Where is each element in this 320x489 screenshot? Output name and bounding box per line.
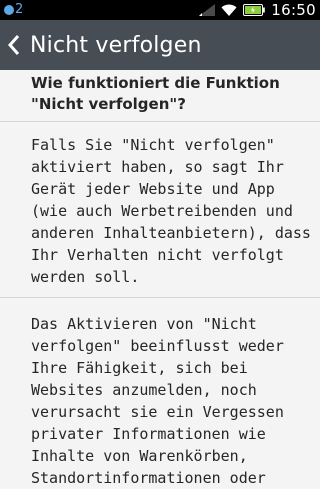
paragraph-1: Falls Sie "Nicht verfolgen" aktiviert ha… — [0, 122, 320, 298]
notification-icon — [4, 5, 14, 15]
chevron-left-icon — [7, 35, 20, 55]
notification-area[interactable]: 2 — [4, 2, 23, 18]
battery-icon — [243, 4, 266, 16]
back-button[interactable] — [0, 20, 28, 70]
paragraph-2: Das Aktivieren von "Nicht verfolgen" bee… — [31, 315, 284, 487]
main-content[interactable]: Wie funktioniert die Funktion "Nicht ver… — [0, 70, 320, 489]
wifi-icon — [221, 4, 237, 16]
status-bar: 2 16:50 — [0, 0, 320, 20]
signal-icon — [199, 4, 216, 16]
notification-count: 2 — [15, 2, 24, 17]
page-title: Nicht verfolgen — [30, 32, 202, 58]
section-question: Wie funktioniert die Funktion "Nicht ver… — [0, 70, 320, 122]
clock: 16:50 — [271, 1, 316, 19]
header-bar: Nicht verfolgen — [0, 20, 320, 70]
